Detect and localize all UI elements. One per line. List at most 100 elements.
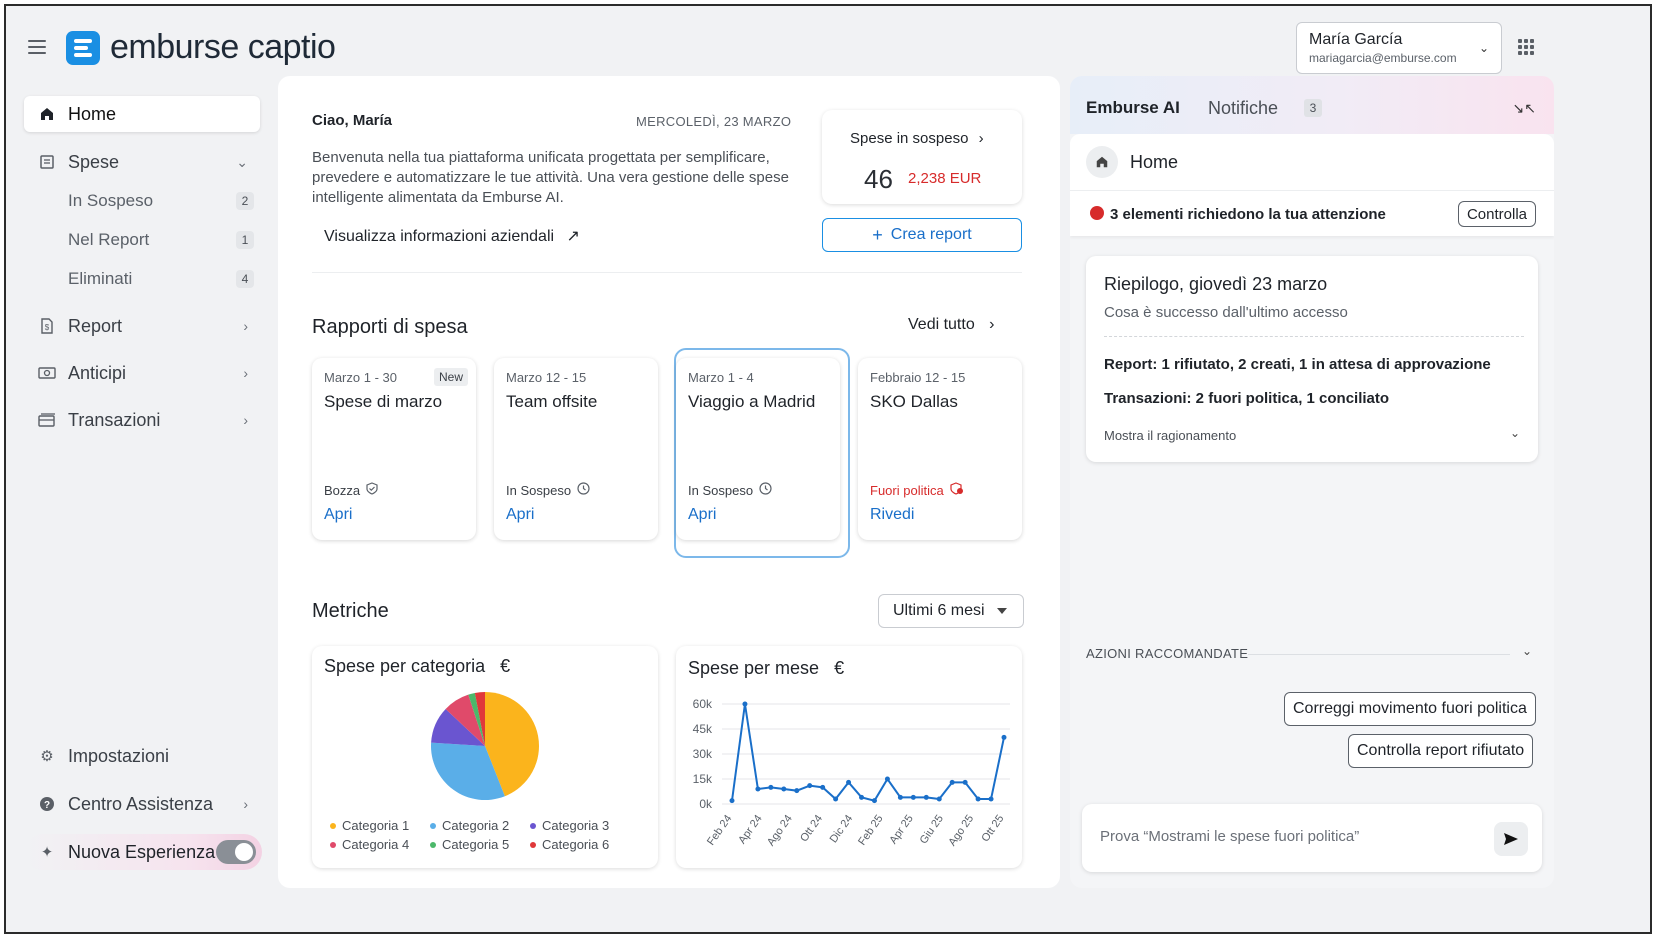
collapse-icon[interactable]: ↘↖ — [1513, 100, 1536, 117]
legend-item: Categoria 3 — [530, 818, 630, 833]
pending-title-label: Spese in sospeso — [850, 130, 969, 147]
legend-label: Categoria 2 — [442, 818, 510, 833]
data-point — [768, 784, 774, 790]
tab-notifiche[interactable]: Notifiche — [1208, 98, 1278, 119]
user-menu[interactable]: María García mariagarcia@emburse.com ⌄ — [1296, 22, 1502, 74]
y-tick-label: 0k — [699, 797, 713, 811]
data-point — [962, 779, 968, 785]
ai-prompt-input[interactable] — [1100, 828, 1480, 845]
sidebar-item-transazioni[interactable]: Transazioni › — [24, 402, 260, 438]
summary-card: Riepilogo, giovedì 23 marzo Cosa è succe… — [1086, 256, 1538, 462]
user-email: mariagarcia@emburse.com — [1309, 51, 1457, 65]
euro-icon: € — [834, 658, 845, 678]
pie-legend: Categoria 1 Categoria 2 Categoria 3 Categor… — [330, 818, 650, 852]
review-report-link[interactable]: Rivedi — [870, 506, 914, 524]
sidebar-item-eliminati[interactable]: Eliminati 4 — [24, 262, 260, 296]
apps-grid-icon[interactable] — [1518, 39, 1534, 55]
legend-item: Categoria 2 — [430, 818, 530, 833]
sidebar-item-label: Centro Assistenza — [68, 793, 214, 814]
notification-count-badge: 3 — [1304, 99, 1322, 117]
menu-icon[interactable] — [28, 40, 46, 54]
ai-home-label: Home — [1130, 152, 1179, 172]
legend-label: Categoria 6 — [542, 837, 610, 852]
report-card[interactable]: Febbraio 12 - 15 SKO Dallas Fuori politi… — [858, 358, 1022, 548]
company-info-link[interactable]: Visualizza informazioni aziendali ↗ — [324, 226, 580, 246]
send-icon[interactable] — [1494, 822, 1528, 856]
y-tick-label: 45k — [693, 722, 713, 736]
sidebar-item-impostazioni[interactable]: ⚙ Impostazioni — [24, 738, 260, 774]
x-tick-label: Giu 25 — [918, 813, 946, 846]
legend-label: Categoria 1 — [342, 818, 410, 833]
chevron-right-icon: › — [243, 318, 248, 334]
y-tick-label: 30k — [693, 747, 713, 761]
check-button[interactable]: Controlla — [1457, 201, 1536, 227]
sidebar-item-home[interactable]: Home — [24, 96, 260, 132]
chevron-down-icon[interactable]: ⌄ — [1522, 644, 1532, 658]
cash-icon — [38, 364, 56, 382]
x-tick-label: Feb 24 — [705, 813, 734, 848]
clock-icon — [759, 482, 772, 498]
data-point — [781, 786, 787, 792]
report-card[interactable]: Marzo 1 - 30 New Spese di marzo Bozza Ap… — [312, 358, 476, 548]
sidebar-item-label: In Sospeso — [68, 191, 154, 210]
sparkle-icon: ✦ — [40, 844, 54, 861]
tab-emburse-ai[interactable]: Emburse AI — [1086, 98, 1180, 118]
create-report-button[interactable]: + Crea report — [822, 218, 1022, 252]
logo-text: emburse captio — [110, 28, 336, 66]
recommended-actions-label: AZIONI RACCOMANDATE — [1086, 646, 1249, 661]
report-status-label: Fuori politica — [870, 482, 944, 498]
attention-text: 3 elementi richiedono la tua attenzione — [1110, 206, 1386, 223]
sidebar-item-spese[interactable]: Spese ⌄ — [24, 144, 260, 180]
divider — [1104, 336, 1524, 337]
home-icon — [38, 105, 56, 123]
sidebar-item-in-sospeso[interactable]: In Sospeso 2 — [24, 184, 260, 218]
data-point — [846, 779, 852, 785]
sidebar-item-nel-report[interactable]: Nel Report 1 — [24, 223, 260, 257]
y-tick-label: 15k — [693, 772, 713, 786]
pie-chart — [431, 692, 539, 800]
svg-text:?: ? — [44, 800, 50, 811]
chart-title-label: Spese per mese — [688, 658, 820, 678]
company-info-label: Visualizza informazioni aziendali — [324, 228, 555, 245]
logo[interactable]: emburse captio — [66, 28, 336, 67]
shield-check-icon — [366, 482, 378, 498]
sidebar-item-anticipi[interactable]: Anticipi › — [24, 355, 260, 391]
x-tick-label: Ott 24 — [798, 813, 825, 844]
sidebar-item-assistenza[interactable]: ? Centro Assistenza › — [24, 786, 260, 822]
report-status-label: Bozza — [324, 482, 361, 498]
open-report-link[interactable]: Apri — [688, 506, 716, 524]
show-reasoning-toggle[interactable]: Mostra il ragionamento — [1104, 428, 1236, 443]
welcome-text: Benvenuta nella tua piattaforma unificat… — [312, 149, 789, 206]
open-report-link[interactable]: Apri — [324, 506, 352, 524]
period-select[interactable]: Ultimi 6 mesi — [878, 594, 1024, 628]
report-dates: Marzo 1 - 4 — [688, 370, 754, 385]
pending-expenses-card[interactable]: Spese in sospeso › 46 2,238 EUR — [822, 110, 1022, 204]
see-all-link[interactable]: Vedi tutto › — [908, 316, 995, 334]
check-rejected-report-button[interactable]: Controlla report rifiutato — [1348, 734, 1534, 768]
chart-title: Spese per mese € — [688, 658, 844, 679]
count-badge: 1 — [236, 231, 254, 249]
fix-out-of-policy-button[interactable]: Correggi movimento fuori politica — [1284, 692, 1536, 726]
data-point — [729, 798, 735, 804]
chevron-down-icon[interactable]: ⌄ — [1510, 426, 1520, 440]
data-point — [897, 794, 903, 800]
report-card-selected[interactable]: Marzo 1 - 4 Viaggio a Madrid In Sospeso … — [676, 358, 840, 548]
policy-warning-icon — [950, 482, 964, 498]
report-card[interactable]: Marzo 12 - 15 Team offsite In Sospeso Ap… — [494, 358, 658, 548]
new-badge: New — [433, 368, 468, 386]
chevron-right-icon: › — [243, 412, 248, 428]
summary-report-line: Report: 1 rifiutato, 2 creati, 1 in atte… — [1104, 356, 1491, 373]
open-report-link[interactable]: Apri — [506, 506, 534, 524]
legend-label: Categoria 3 — [542, 818, 610, 833]
ai-home-header: Home — [1070, 134, 1554, 190]
pending-count: 46 — [864, 164, 893, 194]
chevron-down-icon: ⌄ — [236, 153, 248, 170]
sidebar-item-report[interactable]: $ Report › — [24, 308, 260, 344]
greeting: Ciao, María — [312, 112, 393, 129]
chevron-right-icon: › — [978, 130, 984, 147]
legend-dot — [430, 822, 436, 829]
data-point — [923, 794, 929, 800]
alert-icon — [1090, 206, 1104, 220]
new-experience-toggle[interactable] — [216, 840, 256, 864]
data-point — [794, 788, 800, 794]
